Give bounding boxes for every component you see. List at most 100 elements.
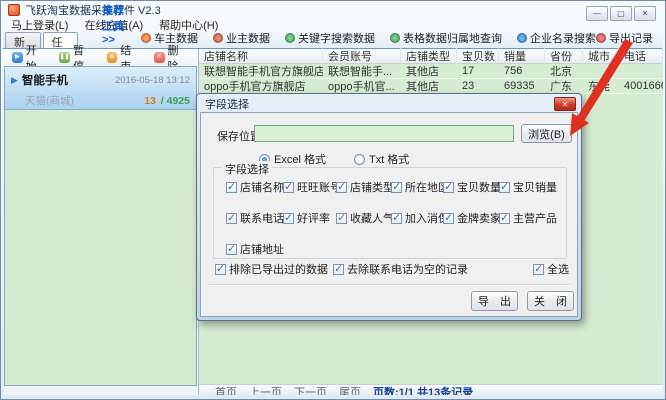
cell: 东莞	[583, 78, 619, 94]
field-checkbox-phone[interactable]: 联系电话	[226, 210, 283, 226]
cell: 23	[457, 80, 499, 92]
col-shop-name[interactable]: 店铺名称	[199, 48, 323, 64]
toolbar-company-directory-search[interactable]: 企业名录搜索	[517, 30, 596, 48]
checkbox-label: 宝贝数量	[457, 179, 501, 195]
checkbox-checked-icon	[226, 244, 237, 255]
toolbar-label: 企业名录搜索	[530, 30, 596, 46]
pause-icon: ❚❚	[59, 52, 70, 63]
checkbox-label: 主营产品	[513, 210, 557, 226]
radio-txt-format[interactable]: Txt 格式	[354, 151, 409, 167]
cell: 756	[499, 65, 545, 77]
checkbox-label: 排除已导出过的数据	[229, 261, 328, 277]
select-all-checkbox[interactable]: 全选	[533, 261, 569, 277]
remove-empty-phone-checkbox[interactable]: 去除联系电话为空的记录	[333, 261, 468, 277]
globe-blue-icon	[517, 33, 527, 43]
task-name: 智能手机	[22, 72, 68, 88]
pagination-next[interactable]: 下一页	[294, 385, 327, 395]
col-member-account[interactable]: 会员账号	[323, 48, 401, 64]
pagination-prev[interactable]: 上一页	[249, 385, 282, 395]
col-city[interactable]: 城市	[583, 48, 619, 64]
maximize-button[interactable]: ▢	[610, 6, 632, 21]
pagination-first[interactable]: 首页	[215, 385, 237, 395]
checkbox-checked-icon	[283, 213, 294, 224]
toolbar-table-location-query[interactable]: 表格数据归属地查询	[390, 30, 502, 48]
task-timestamp: 2016-05-18 13:12	[115, 75, 190, 86]
cell: 其他店	[401, 78, 457, 94]
task-play-icon: ▶	[11, 75, 18, 86]
toolbar-label: 表格数据归属地查询	[403, 30, 502, 46]
task-list-item[interactable]: ▶ 智能手机 2016-05-18 13:12 天猫(商城) 13 / 4925	[5, 67, 196, 110]
checkbox-checked-icon	[336, 182, 347, 193]
toolbar-export-records[interactable]: 导出记录	[596, 30, 653, 48]
globe-search-icon	[285, 33, 295, 43]
checkbox-label: 全选	[547, 261, 569, 277]
dialog-close-button[interactable]: ✕	[554, 97, 576, 111]
checkbox-label: 宝贝销量	[513, 179, 557, 195]
fields-group-label: 字段选择	[222, 161, 272, 177]
field-checkbox-region[interactable]: 所在地区	[391, 179, 443, 195]
menu-login[interactable]: 马上登录(L)	[11, 17, 68, 33]
task-controls: ▶ 开始 ❚❚ 暂停 ■ 结束 ✕ 删除	[4, 49, 197, 66]
progress-total: / 4925	[161, 95, 190, 107]
col-province[interactable]: 省份	[545, 48, 583, 64]
checkbox-checked-icon	[443, 182, 454, 193]
radio-label: Txt 格式	[369, 154, 409, 166]
save-location-input[interactable]	[254, 125, 514, 142]
checkbox-checked-icon	[391, 213, 402, 224]
minimize-button[interactable]: —	[586, 6, 608, 21]
browse-button[interactable]: 浏览(B)	[521, 124, 572, 143]
field-checkbox-shop-address[interactable]: 店铺地址	[226, 241, 283, 257]
window-title: 飞跃淘宝数据采集软件 V2.3	[25, 2, 161, 18]
col-sales[interactable]: 销量	[499, 48, 545, 64]
table-row[interactable]: 联想智能手机官方旗舰店 联想智能手... 其他店 17 756 北京	[199, 64, 663, 79]
cell: oppo手机官...	[323, 78, 401, 94]
field-checkbox-shop-type[interactable]: 店铺类型	[336, 179, 391, 195]
cell: 联想智能手机官方旗舰店	[199, 63, 323, 79]
progress-current: 13	[144, 95, 156, 107]
exclude-exported-checkbox[interactable]: 排除已导出过的数据	[215, 261, 328, 277]
checkbox-label: 收藏人气	[350, 210, 394, 226]
cell: 69335	[499, 80, 545, 92]
app-logo-icon	[8, 4, 20, 16]
dialog-close-action-button[interactable]: 关 闭	[527, 291, 574, 311]
col-shop-type[interactable]: 店铺类型	[401, 48, 457, 64]
radio-unselected-icon	[354, 154, 365, 165]
checkbox-label: 店铺类型	[350, 179, 394, 195]
field-checkbox-item-count[interactable]: 宝贝数量	[443, 179, 499, 195]
field-checkbox-rating[interactable]: 好评率	[283, 210, 336, 226]
field-checkbox-item-sales[interactable]: 宝贝销量	[499, 179, 555, 195]
field-checkbox-shop-name[interactable]: 店铺名称	[226, 179, 283, 195]
checkbox-checked-icon	[283, 182, 294, 193]
fields-grid: 店铺名称 旺旺账号 店铺类型 所在地区 宝贝数量 宝贝销量 联系电话 好评率 收…	[226, 179, 555, 257]
dialog-title: 字段选择	[197, 94, 581, 111]
title-bar: 飞跃淘宝数据采集软件 V2.3	[1, 1, 665, 18]
field-checkbox-wangwang-account[interactable]: 旺旺账号	[283, 179, 336, 195]
field-checkbox-gold-seller[interactable]: 金牌卖家	[443, 210, 499, 226]
col-phone[interactable]: 电话	[619, 48, 663, 64]
car-data-icon	[141, 33, 151, 43]
task-panel: ▶ 开始 ❚❚ 暂停 ■ 结束 ✕ 删除	[4, 49, 197, 395]
export-record-icon	[596, 33, 606, 43]
delete-icon: ✕	[154, 52, 165, 63]
dialog-body: 保存位置: 浏览(B) Excel 格式 Txt 格式 字段选择 店铺名称 旺旺…	[200, 112, 578, 317]
tab-toolbar-strip: 新建任务 任务列表 推荐工具 >> 车主数据 业主数据 关键字搜索数据 表格数据…	[3, 32, 663, 49]
checkbox-label: 好评率	[297, 210, 330, 226]
close-button[interactable]: ✕	[634, 6, 656, 21]
toolbar-keyword-search-data[interactable]: 关键字搜索数据	[285, 30, 375, 48]
checkbox-checked-icon	[336, 213, 347, 224]
toolbar-property-owner-data[interactable]: 业主数据	[213, 30, 270, 48]
task-source: 天猫(商城)	[25, 93, 74, 108]
cell: oppo手机官方旗舰店	[199, 78, 323, 94]
cell: 北京	[545, 63, 583, 79]
format-radio-group: Excel 格式 Txt 格式	[259, 151, 409, 167]
task-progress: 13 / 4925	[144, 95, 190, 107]
field-checkbox-main-products[interactable]: 主营产品	[499, 210, 555, 226]
toolbar-label: 导出记录	[609, 30, 653, 46]
field-checkbox-favorites[interactable]: 收藏人气	[336, 210, 391, 226]
pagination-last[interactable]: 尾页	[339, 385, 361, 395]
table-row[interactable]: oppo手机官方旗舰店 oppo手机官... 其他店 23 69335 广东 东…	[199, 79, 663, 94]
col-item-count[interactable]: 宝贝数	[457, 48, 499, 64]
export-button[interactable]: 导 出	[471, 291, 518, 311]
field-checkbox-consumer-protection[interactable]: 加入消保	[391, 210, 443, 226]
dialog-separator	[207, 284, 571, 286]
